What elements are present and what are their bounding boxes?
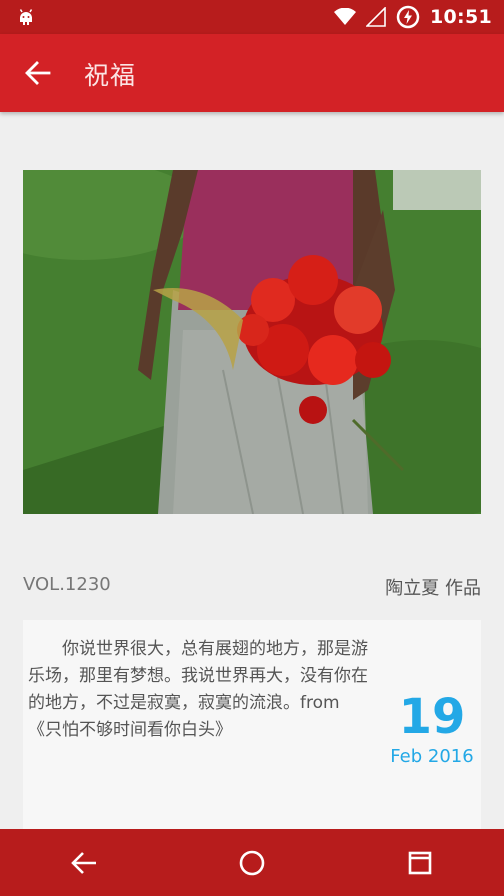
date-day: 19: [398, 689, 466, 745]
quote-card: 你说世界很大，总有展翅的地方，那是游乐场，那里有梦想。我说世界再大，没有你在的地…: [23, 620, 481, 840]
status-bar: 10:51: [0, 0, 504, 34]
status-time: 10:51: [430, 6, 492, 28]
flower-bouquet-photo: [23, 170, 481, 514]
nav-back-button[interactable]: [54, 833, 114, 893]
hero-image: [23, 170, 481, 514]
date-month-year: Feb 2016: [390, 746, 474, 767]
nav-home-button[interactable]: [222, 833, 282, 893]
back-button[interactable]: [20, 55, 56, 91]
date-block: 19 Feb 2016: [383, 690, 481, 767]
nav-recents-button[interactable]: [390, 833, 450, 893]
wifi-icon: [334, 8, 357, 25]
back-nav-icon: [71, 851, 96, 874]
android-notification-icon: [19, 9, 33, 25]
signal-icon: [366, 7, 386, 27]
author-label: 陶立夏 作品: [385, 578, 481, 599]
volume-label: VOL.1230: [23, 574, 111, 595]
app-bar: 祝福: [0, 34, 504, 112]
page-title: 祝福: [84, 61, 137, 90]
battery-charging-icon: [396, 5, 420, 29]
arrow-back-icon: [25, 61, 51, 85]
home-nav-icon: [239, 850, 265, 875]
system-nav-bar: [0, 829, 504, 896]
quote-text: 你说世界很大，总有展翅的地方，那是游乐场，那里有梦想。我说世界再大，没有你在的地…: [28, 639, 368, 740]
recents-nav-icon: [408, 851, 432, 874]
